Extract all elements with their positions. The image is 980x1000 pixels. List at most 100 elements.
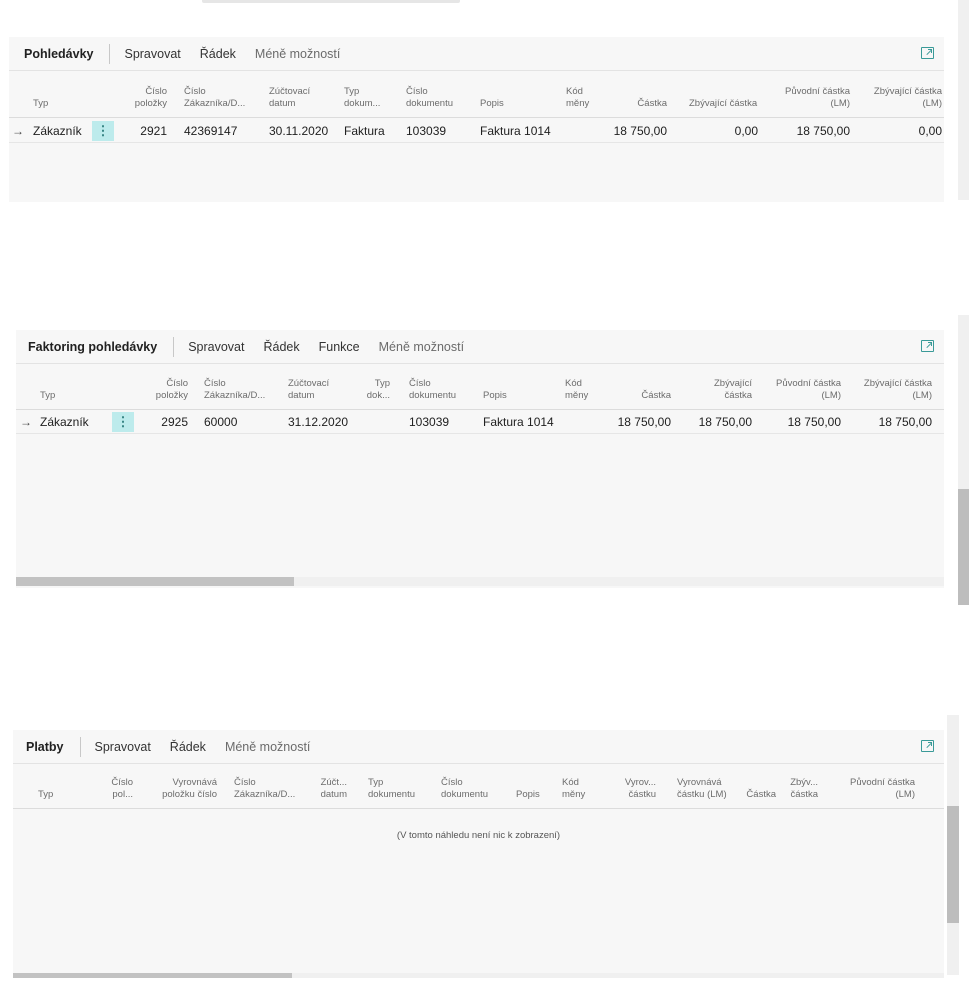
col-cislo-dokumentu[interactable]: Číslo dokumentu [409, 378, 456, 402]
col-typ[interactable]: Typ [38, 789, 53, 801]
col-cislo-dokumentu[interactable]: Číslo dokumentu [406, 86, 453, 110]
cell-zuctovaci-datum[interactable]: 30.11.2020 [269, 119, 328, 143]
col-cislo-dokumentu[interactable]: Číslo dokumentu [441, 777, 488, 801]
cell-typ[interactable]: Zákazník [40, 410, 89, 434]
toolbar-separator [79, 736, 81, 757]
vertical-scrollbar-thumb[interactable] [958, 489, 969, 605]
open-in-new-window-icon[interactable] [921, 47, 934, 59]
column-headers: Typ Číslo pol... Vyrovnává položku číslo Č… [13, 774, 944, 809]
cell-cislo-polozky[interactable]: 2925 [140, 410, 188, 434]
cell-cislo-zakaznika[interactable]: 60000 [204, 410, 237, 434]
col-cislo-polozky[interactable]: Číslo pol... [103, 777, 133, 801]
page-vertical-scrollbar-middle[interactable] [958, 315, 969, 605]
part-title[interactable]: Platby [13, 740, 80, 754]
top-input-edge [202, 0, 460, 3]
open-in-new-window-icon[interactable] [921, 340, 934, 352]
cell-popis[interactable]: Faktura 1014 [480, 119, 551, 143]
part-title[interactable]: Pohledávky [9, 47, 109, 61]
action-spravovat[interactable]: Spravovat [188, 340, 244, 354]
cell-cislo-zakaznika[interactable]: 42369147 [184, 119, 237, 143]
col-vyrovnava-polozku[interactable]: Vyrovnává položku číslo [153, 777, 217, 801]
col-zuctovaci-datum[interactable]: Zúčtovací datum [269, 86, 310, 110]
action-less-options[interactable]: Méně možností [255, 47, 340, 61]
current-row-arrow-icon: → [20, 415, 32, 429]
vertical-scrollbar-thumb[interactable] [947, 806, 959, 923]
platby-part: Platby Spravovat Řádek Méně možností Typ… [13, 730, 944, 978]
col-cislo-polozky[interactable]: Číslo položky [121, 86, 167, 110]
cell-zbyvajici-castka-lm[interactable]: 0,00 [859, 119, 942, 143]
horizontal-scrollbar[interactable] [13, 973, 944, 978]
page-vertical-scrollbar-top[interactable] [958, 0, 969, 200]
col-popis[interactable]: Popis [480, 98, 504, 110]
col-puvodni-castka-lm[interactable]: Původní částka (LM) [769, 86, 850, 110]
action-radek[interactable]: Řádek [170, 740, 206, 754]
col-cislo-zakaznika[interactable]: Číslo Zákazníka/D... [234, 777, 295, 801]
horizontal-scrollbar[interactable] [16, 577, 944, 586]
part-toolbar: Faktoring pohledávky Spravovat Řádek Fun… [16, 330, 944, 364]
col-popis[interactable]: Popis [516, 789, 540, 801]
col-typ-dokumentu[interactable]: Typ dokum... [344, 86, 380, 110]
col-zbyvajici-castka-lm[interactable]: Zbývající částka (LM) [859, 86, 942, 110]
current-row-arrow-icon: → [12, 124, 24, 138]
col-cislo-zakaznika[interactable]: Číslo Zákazníka/D... [184, 86, 245, 110]
cell-typ-dokumentu[interactable]: Faktura [344, 119, 385, 143]
col-typ-dokumentu[interactable]: Typ dokumentu [368, 777, 415, 801]
col-cislo-zakaznika[interactable]: Číslo Zákazníka/D... [204, 378, 265, 402]
col-puvodni-castka-lm[interactable]: Původní částka (LM) [833, 777, 915, 801]
cell-zuctovaci-datum[interactable]: 31.12.2020 [288, 410, 348, 434]
cell-cislo-dokumentu[interactable]: 103039 [409, 410, 449, 434]
horizontal-scrollbar-thumb[interactable] [16, 577, 295, 586]
col-kod-meny[interactable]: Kód měny [565, 378, 588, 402]
cell-typ[interactable]: Zákazník [33, 119, 82, 143]
row-menu-icon[interactable]: ⋮ [112, 412, 134, 432]
cell-zbyvajici-castka[interactable]: 18 750,00 [682, 410, 752, 434]
col-zuctovaci-datum[interactable]: Zúčtovací datum [288, 378, 329, 402]
col-cislo-polozky[interactable]: Číslo položky [140, 378, 188, 402]
col-zbyvajici-castka[interactable]: Zbývající částka [689, 98, 757, 110]
col-zbyvajici-castka[interactable]: Zbýv... částka [783, 777, 818, 801]
open-in-new-window-icon[interactable] [921, 740, 934, 752]
cell-puvodni-castka-lm[interactable]: 18 750,00 [769, 119, 850, 143]
action-less-options[interactable]: Méně možností [225, 740, 310, 754]
cell-castka[interactable]: 18 750,00 [599, 119, 667, 143]
action-less-options[interactable]: Méně možností [379, 340, 464, 354]
col-castka[interactable]: Částka [609, 98, 667, 110]
part-toolbar: Pohledávky Spravovat Řádek Méně možností [9, 37, 944, 71]
action-radek[interactable]: Řádek [263, 340, 299, 354]
cell-puvodni-castka-lm[interactable]: 18 750,00 [761, 410, 841, 434]
row-menu-icon[interactable]: ⋮ [92, 121, 114, 141]
col-zuctovaci-datum[interactable]: Zúčt... datum [313, 777, 347, 801]
column-headers: Typ Číslo položky Číslo Zákazníka/D... Zúč… [16, 376, 944, 410]
cell-cislo-polozky[interactable]: 2921 [121, 119, 167, 143]
col-zbyvajici-castka[interactable]: Zbývající částka [696, 378, 752, 402]
col-popis[interactable]: Popis [483, 390, 507, 402]
table-row[interactable]: → Zákazník ⋮ 2925 60000 31.12.2020 10303… [16, 410, 944, 434]
action-spravovat[interactable]: Spravovat [124, 47, 180, 61]
col-typ[interactable]: Typ [33, 98, 48, 110]
toolbar-separator [173, 336, 175, 357]
table-row[interactable]: → Zákazník ⋮ 2921 42369147 30.11.2020 Fa… [9, 119, 944, 143]
col-typ-dokumentu[interactable]: Typ dok... [356, 378, 390, 402]
faktoring-pohledavky-part: Faktoring pohledávky Spravovat Řádek Fun… [16, 330, 944, 588]
action-radek[interactable]: Řádek [200, 47, 236, 61]
action-spravovat[interactable]: Spravovat [95, 740, 151, 754]
col-kod-meny[interactable]: Kód měny [562, 777, 585, 801]
col-puvodni-castka-lm[interactable]: Původní částka (LM) [761, 378, 841, 402]
action-funkce[interactable]: Funkce [319, 340, 360, 354]
cell-castka[interactable]: 18 750,00 [601, 410, 671, 434]
col-castka[interactable]: Částka [616, 390, 671, 402]
col-typ[interactable]: Typ [40, 390, 55, 402]
cell-popis[interactable]: Faktura 1014 [483, 410, 554, 434]
cell-zbyvajici-castka-lm[interactable]: 18 750,00 [848, 410, 932, 434]
cell-zbyvajici-castka[interactable]: 0,00 [689, 119, 758, 143]
col-zbyvajici-castka-lm[interactable]: Zbývající částka (LM) [848, 378, 932, 402]
part-title[interactable]: Faktoring pohledávky [16, 340, 173, 354]
col-kod-meny[interactable]: Kód měny [566, 86, 589, 110]
toolbar-separator [109, 43, 111, 64]
cell-cislo-dokumentu[interactable]: 103039 [406, 119, 446, 143]
page-vertical-scrollbar-bottom[interactable] [947, 715, 959, 975]
col-castka[interactable]: Částka [738, 789, 776, 801]
col-vyrovnava-castku-lm[interactable]: Vyrovnává částku (LM) [677, 777, 727, 801]
col-vyrovnava-castku[interactable]: Vyrov... částku [603, 777, 656, 801]
horizontal-scrollbar-thumb[interactable] [13, 973, 293, 978]
